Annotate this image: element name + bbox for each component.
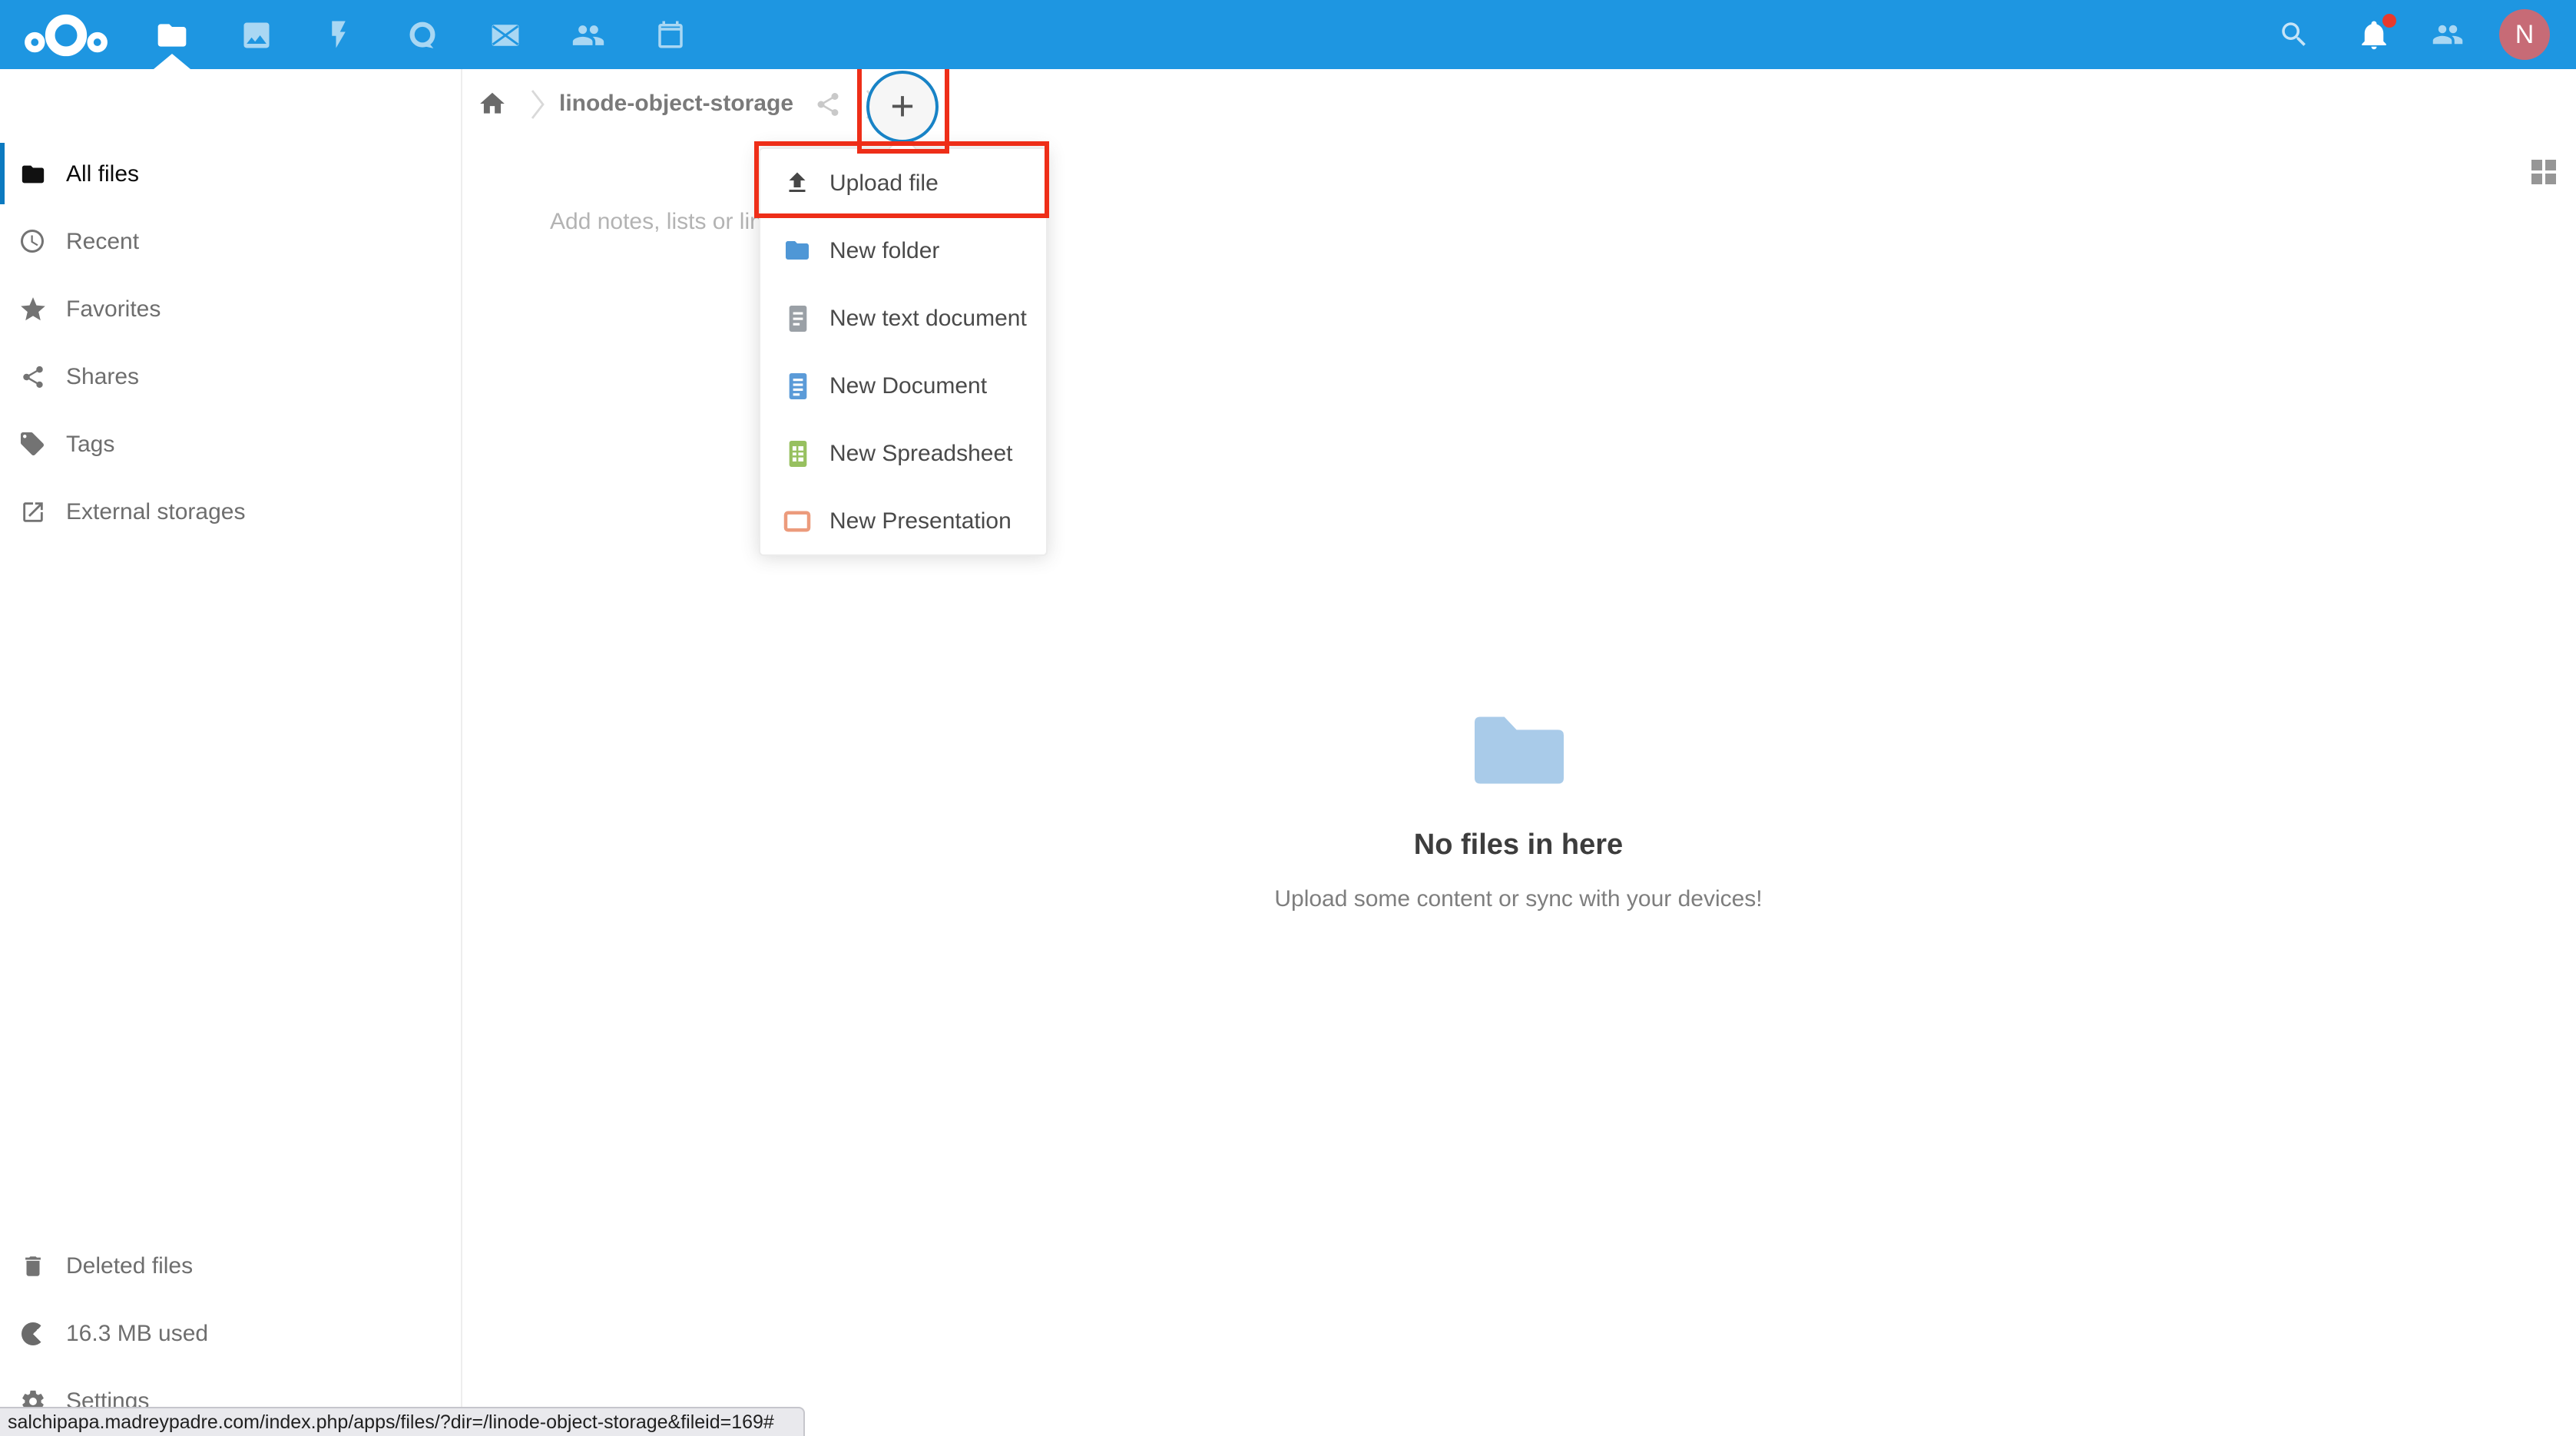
empty-state-title: No files in here xyxy=(461,829,2576,863)
menu-item-new-presentation[interactable]: New Presentation xyxy=(760,487,1046,554)
plus-icon: + xyxy=(890,86,915,127)
grid-icon xyxy=(2531,160,2556,184)
sidebar-item-label: Deleted files xyxy=(66,1252,193,1279)
breadcrumb-current-folder[interactable]: linode-object-storage xyxy=(559,91,793,117)
sidebar-item-shares[interactable]: Shares xyxy=(0,342,461,410)
notification-badge xyxy=(2382,14,2396,28)
external-storage-icon xyxy=(15,498,49,524)
empty-state-subtitle: Upload some content or sync with your de… xyxy=(461,886,2576,912)
sidebar-item-label: Recent xyxy=(66,228,139,254)
upload-icon xyxy=(783,169,811,197)
talk-bubble-icon xyxy=(405,18,439,51)
sidebar-item-favorites[interactable]: Favorites xyxy=(0,275,461,342)
app-files-button[interactable] xyxy=(137,0,206,69)
sidebar-item-label: All files xyxy=(66,160,139,187)
nextcloud-logo-icon[interactable] xyxy=(22,5,111,66)
star-icon xyxy=(15,294,49,323)
menu-item-upload-file[interactable]: Upload file xyxy=(760,149,1046,217)
sidebar-item-label: External storages xyxy=(66,498,245,524)
files-content: linode-object-storage + Add notes, lists… xyxy=(461,69,2576,1436)
home-icon xyxy=(478,89,507,118)
contacts-menu-button[interactable] xyxy=(2413,0,2482,69)
text-document-icon xyxy=(783,303,811,333)
header-search-button[interactable] xyxy=(2260,0,2329,69)
files-sidebar: All files Recent Favorites Shares Tags xyxy=(0,69,462,1436)
folder-icon xyxy=(15,160,49,187)
breadcrumb: linode-object-storage xyxy=(461,69,879,138)
app-talk-button[interactable] xyxy=(387,0,456,69)
lightning-bolt-icon xyxy=(323,18,355,51)
sidebar-item-label: Shares xyxy=(66,363,139,389)
nextcloud-window: N All files Recent Favorites Share xyxy=(0,0,2576,1436)
user-avatar[interactable]: N xyxy=(2499,9,2550,60)
status-bar-url: salchipapa.madreypadre.com/index.php/app… xyxy=(8,1411,774,1433)
new-file-button[interactable]: + xyxy=(866,71,939,143)
sidebar-item-all-files[interactable]: All files xyxy=(0,140,461,207)
menu-item-label: New Document xyxy=(829,372,987,399)
presentation-icon xyxy=(783,509,811,532)
workspace-notes-placeholder[interactable]: Add notes, lists or lin xyxy=(550,209,763,235)
sidebar-item-quota[interactable]: 16.3 MB used xyxy=(0,1299,461,1367)
grid-view-toggle[interactable] xyxy=(2531,160,2556,184)
sidebar-item-external-storages[interactable]: External storages xyxy=(0,478,461,545)
app-contacts-button[interactable] xyxy=(553,0,622,69)
contacts-people-icon xyxy=(2432,18,2464,51)
chevron-right-icon xyxy=(530,87,545,121)
mail-envelope-icon xyxy=(488,18,521,51)
clock-icon xyxy=(15,227,49,255)
spreadsheet-icon xyxy=(783,438,811,468)
status-bar: salchipapa.madreypadre.com/index.php/app… xyxy=(0,1407,805,1436)
files-folder-icon xyxy=(154,18,188,51)
menu-item-new-folder[interactable]: New folder xyxy=(760,217,1046,284)
app-photos-button[interactable] xyxy=(221,0,290,69)
sidebar-item-label: Tags xyxy=(66,431,114,457)
menu-item-label: New Spreadsheet xyxy=(829,440,1013,466)
new-file-menu: Upload file New folder New text document… xyxy=(759,147,1048,556)
tag-icon xyxy=(15,430,49,458)
sidebar-item-recent[interactable]: Recent xyxy=(0,207,461,275)
app-activity-button[interactable] xyxy=(304,0,373,69)
empty-folder-state: No files in here Upload some content or … xyxy=(461,714,2576,912)
search-icon xyxy=(2278,18,2310,51)
active-app-indicator xyxy=(153,54,190,69)
share-variant-icon xyxy=(813,90,841,117)
sidebar-item-tags[interactable]: Tags xyxy=(0,410,461,478)
empty-folder-icon xyxy=(1474,714,1563,786)
menu-item-new-spreadsheet[interactable]: New Spreadsheet xyxy=(760,419,1046,487)
menu-item-label: New folder xyxy=(829,237,939,263)
sidebar-item-deleted-files[interactable]: Deleted files xyxy=(0,1232,461,1299)
breadcrumb-home-button[interactable] xyxy=(478,89,507,118)
avatar-initial: N xyxy=(2515,19,2535,50)
notifications-button[interactable] xyxy=(2339,0,2409,69)
new-folder-icon xyxy=(783,237,811,264)
top-header-bar: N xyxy=(0,0,2576,69)
quota-pie-icon xyxy=(15,1322,49,1345)
share-folder-button[interactable] xyxy=(813,90,841,117)
sidebar-item-label: 16.3 MB used xyxy=(66,1320,208,1346)
app-calendar-button[interactable] xyxy=(636,0,705,69)
sidebar-item-label: Favorites xyxy=(66,296,161,322)
menu-item-new-document[interactable]: New Document xyxy=(760,352,1046,419)
people-icon xyxy=(571,18,604,51)
share-variant-icon xyxy=(15,363,49,389)
menu-item-label: Upload file xyxy=(829,170,939,196)
document-icon xyxy=(783,371,811,400)
app-mail-button[interactable] xyxy=(470,0,539,69)
menu-item-label: New text document xyxy=(829,305,1027,331)
menu-item-label: New Presentation xyxy=(829,508,1012,534)
photos-icon xyxy=(239,18,273,51)
trash-icon xyxy=(15,1252,49,1279)
calendar-icon xyxy=(654,18,687,51)
menu-item-new-text-document[interactable]: New text document xyxy=(760,284,1046,352)
